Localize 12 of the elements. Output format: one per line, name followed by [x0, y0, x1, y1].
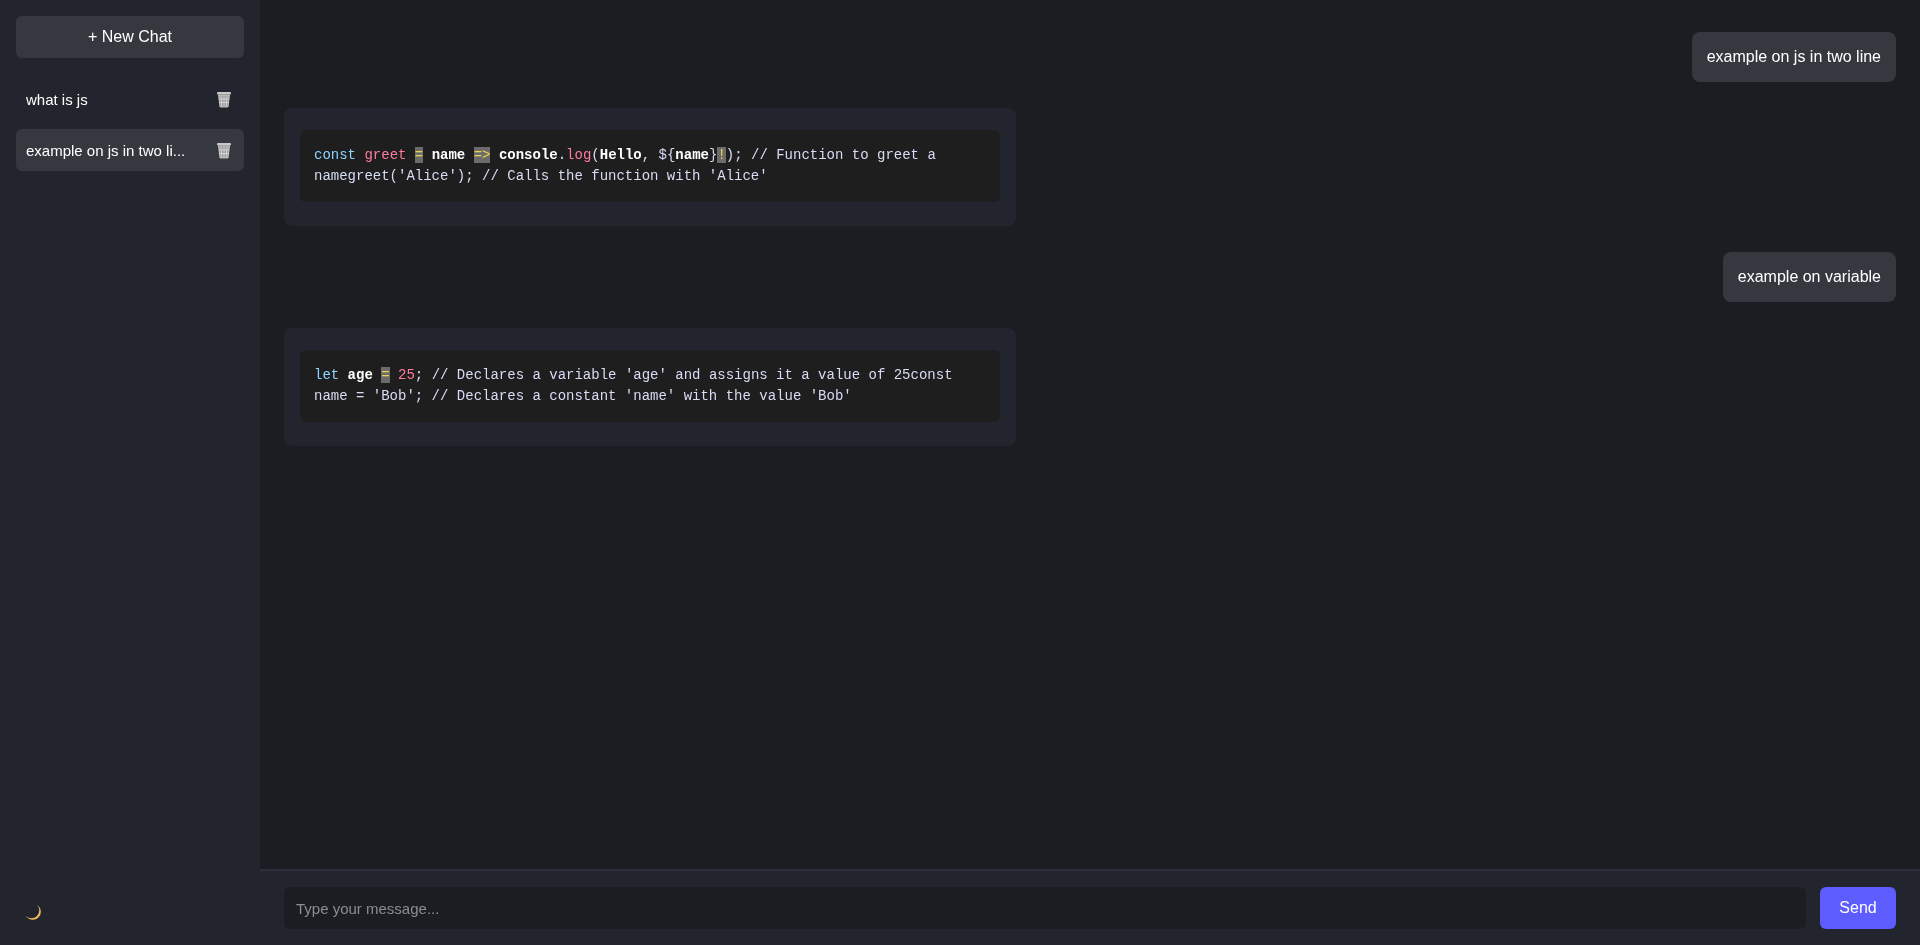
code-block: let age = 25; // Declares a variable 'age' and assigns it a value of 25const name = 'Bob'; // Declares a constant 'name' with the value 'Bob' — [300, 350, 1000, 422]
new-chat-button[interactable]: + New Chat — [16, 16, 244, 58]
user-message: example on variable — [1722, 252, 1896, 302]
user-message: example on js in two line — [1691, 32, 1896, 82]
code-block: const greet = name => console.log(Hello, ${name}!); // Function to greet a namegreet('Alice'); // Calls the function with 'Alice' — [300, 130, 1000, 202]
send-button[interactable]: Send — [1820, 887, 1896, 929]
trash-icon[interactable] — [216, 141, 232, 159]
chat-history-item[interactable]: what is js — [16, 78, 244, 120]
trash-icon[interactable] — [216, 90, 232, 108]
chat-history-item[interactable]: example on js in two li... — [16, 129, 244, 171]
moon-icon[interactable] — [24, 903, 44, 923]
message-input-field[interactable]: Type your message... — [284, 887, 1806, 929]
